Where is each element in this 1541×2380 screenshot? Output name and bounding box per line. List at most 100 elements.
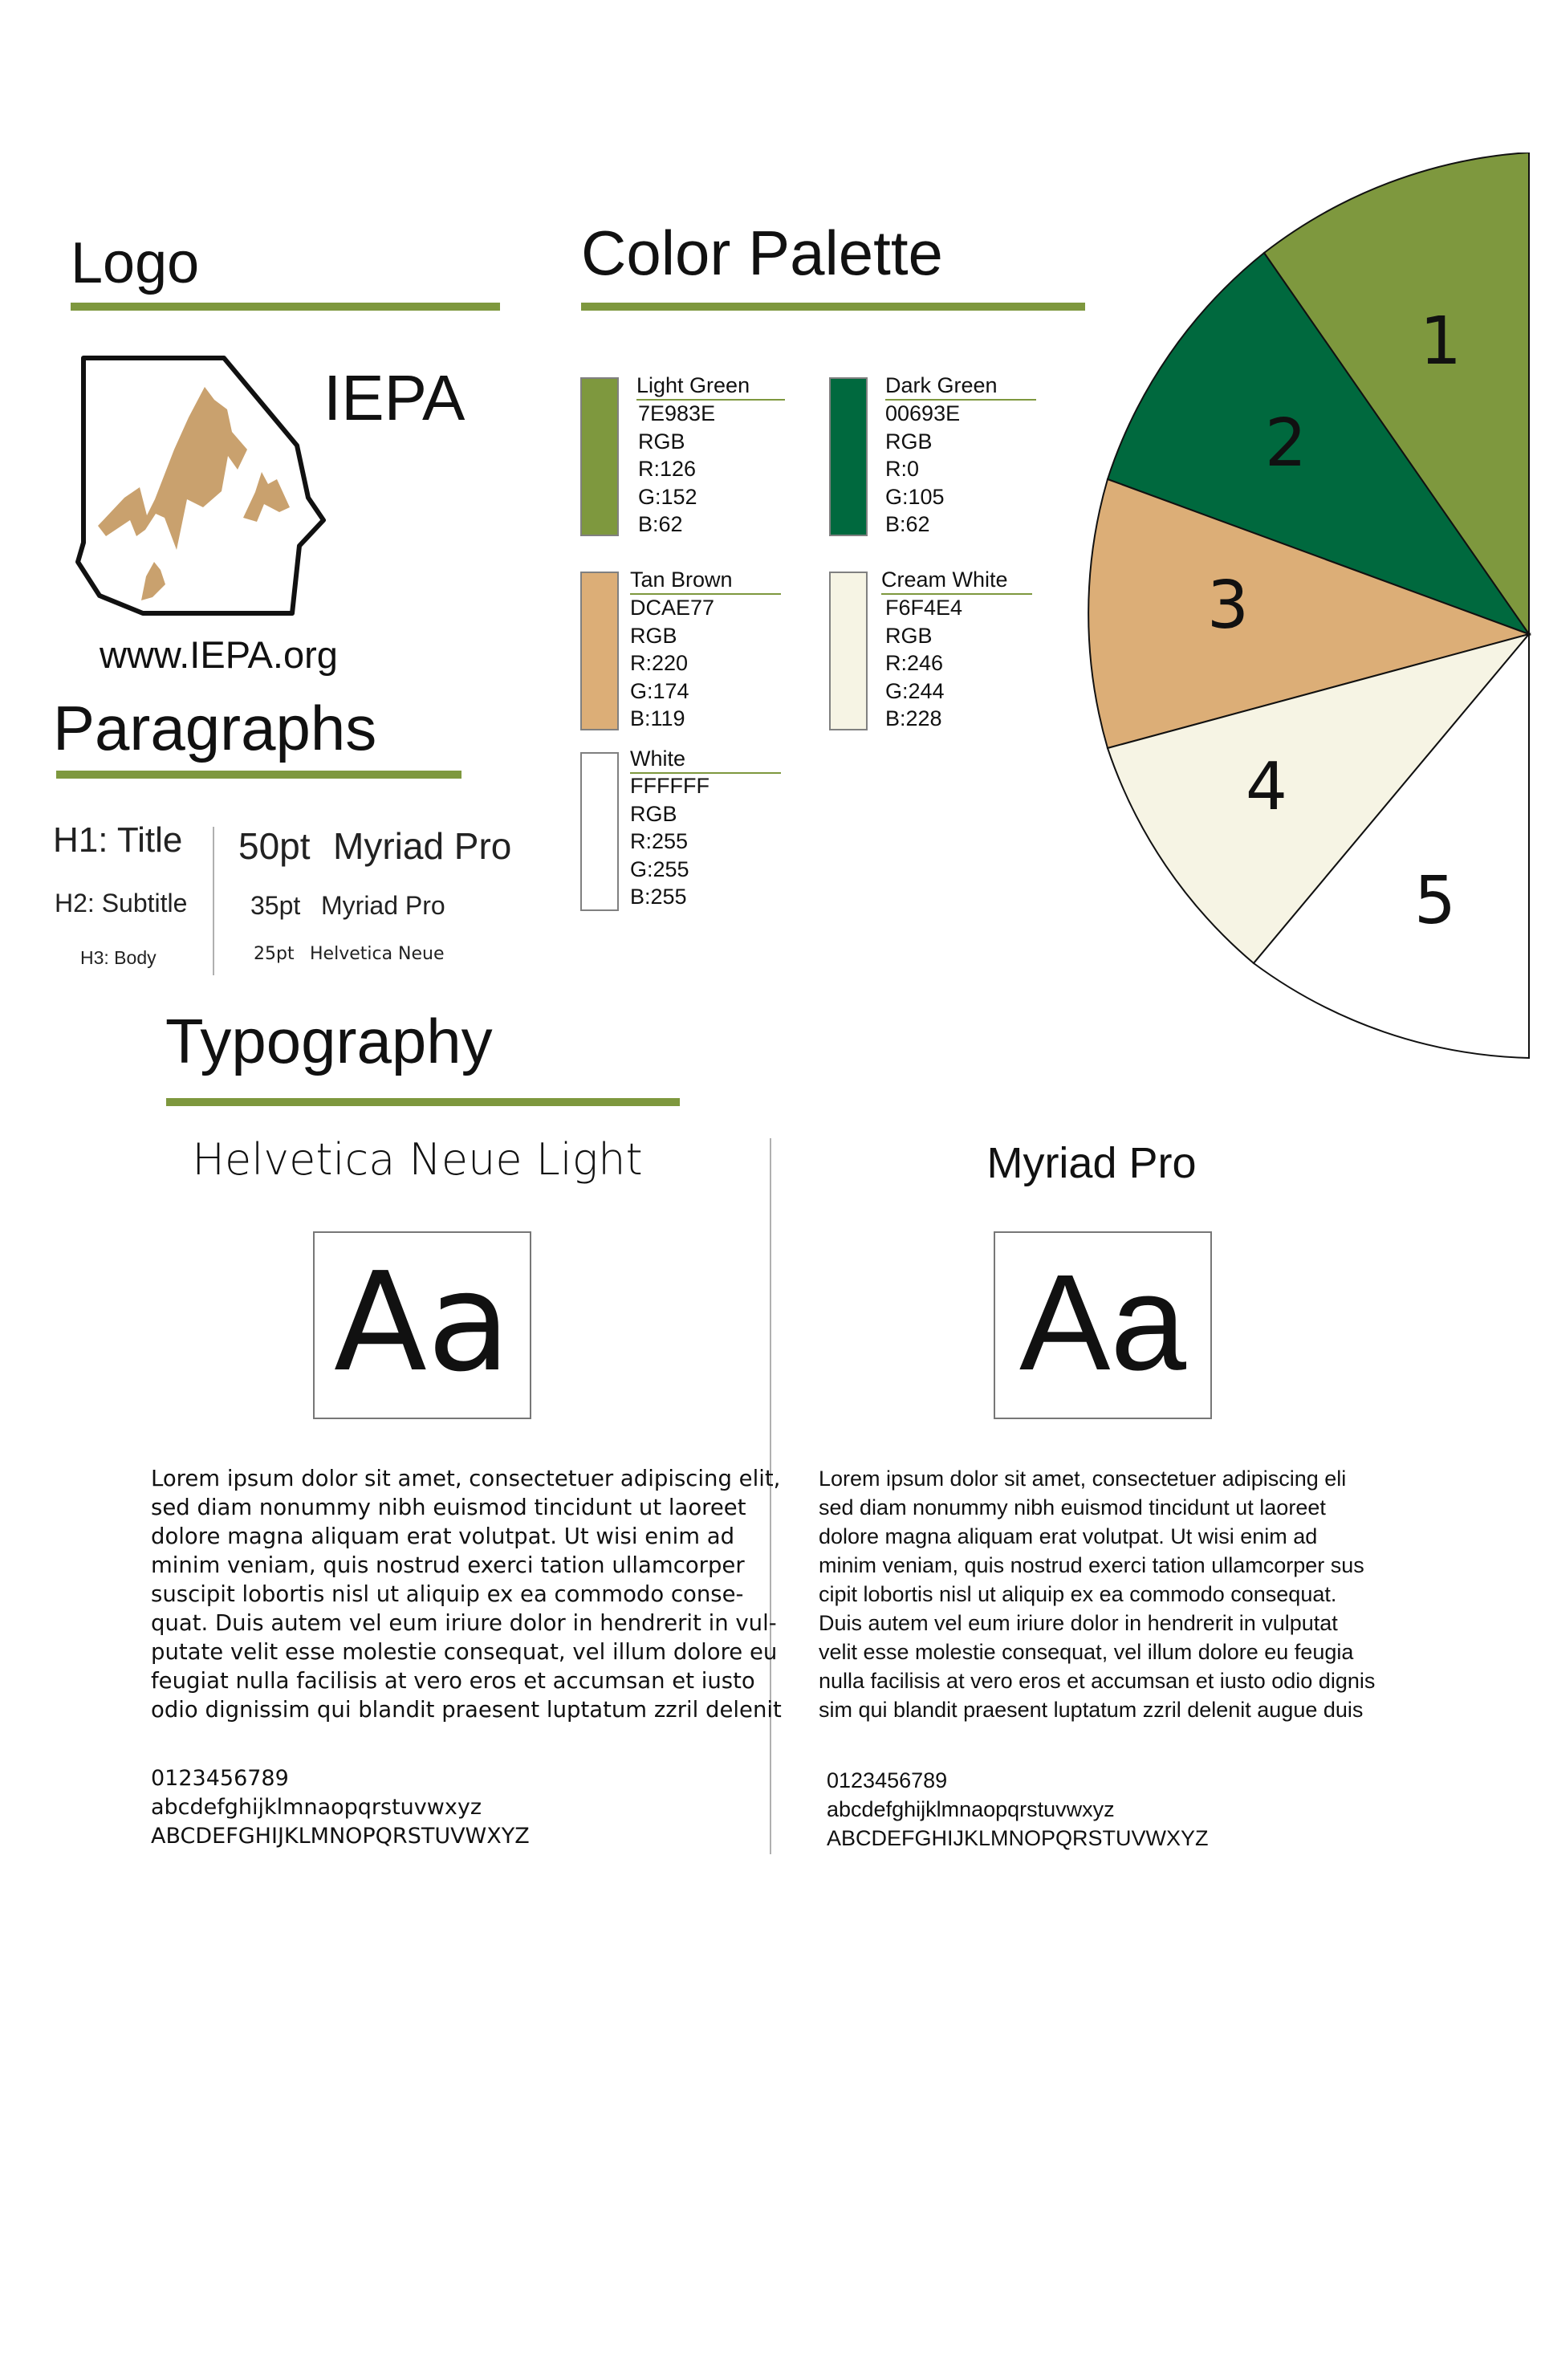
paragraph-divider xyxy=(213,827,214,975)
lorem-line: minim veniam, quis nostrud exerci tation… xyxy=(151,1552,745,1578)
lorem-line: nulla facilisis at vero eros et accumsan… xyxy=(819,1669,1376,1693)
lorem-line: cipit lobortis nisl ut aliquip ex ea com… xyxy=(819,1582,1337,1606)
swatch-r: R:0 xyxy=(885,457,920,481)
swatch-g: G:152 xyxy=(638,484,697,509)
specimen-helvetica: 0123456789 abcdefghijklmnaopqrstuvwxyz A… xyxy=(151,1764,530,1851)
pie-label-3: 3 xyxy=(1207,568,1249,644)
swatch-hex: 7E983E xyxy=(638,401,716,425)
lorem-line: odio dignissim qui blandit praesent lupt… xyxy=(151,1697,782,1723)
lorem-myriad: Lorem ipsum dolor sit amet, consectetuer… xyxy=(819,1464,1375,1724)
swatch-rgb-label: RGB xyxy=(885,623,933,648)
swatch-tan-brown-values: DCAE77 RGB R:220 G:174 B:119 xyxy=(630,594,714,733)
swatch-hex: F6F4E4 xyxy=(885,596,963,620)
font-sample-myriad: Aa xyxy=(1019,1247,1186,1399)
font-sample-helvetica: Aa xyxy=(333,1243,511,1402)
paragraphs-heading-rule xyxy=(56,771,461,779)
swatch-g: G:105 xyxy=(885,484,945,509)
swatch-g: G:244 xyxy=(885,678,945,703)
lorem-line: feugiat nulla facilisis at vero eros et … xyxy=(151,1668,755,1694)
swatch-g: G:174 xyxy=(630,678,689,703)
color-palette-heading-rule xyxy=(581,303,1085,311)
lorem-line: Lorem ipsum dolor sit amet, consectetuer… xyxy=(819,1467,1347,1491)
swatch-white-name: White xyxy=(630,747,686,771)
color-pie: 1 2 3 4 5 xyxy=(1088,153,1532,1060)
paragraph-style-h2-font: Myriad Pro xyxy=(321,891,445,920)
swatch-r: R:220 xyxy=(630,651,689,675)
swatch-rgb-label: RGB xyxy=(638,429,685,454)
specimen-digits: 0123456789 xyxy=(151,1766,289,1791)
swatch-r: R:126 xyxy=(638,457,697,481)
logo-heading: Logo xyxy=(71,231,200,295)
swatch-b: B:228 xyxy=(885,706,942,730)
paragraph-style-h1-font: Myriad Pro xyxy=(333,825,512,867)
paragraph-style-h2-size: 35pt xyxy=(250,891,301,920)
lorem-line: Duis autem vel eum iriure dolor in hendr… xyxy=(819,1611,1338,1635)
swatch-light-green-values: 7E983E RGB R:126 G:152 B:62 xyxy=(638,400,715,539)
swatch-cream-white xyxy=(829,572,868,730)
swatch-r: R:246 xyxy=(885,651,944,675)
pie-label-5: 5 xyxy=(1414,863,1456,939)
font-name-helvetica: Helvetica Neue Light xyxy=(192,1134,643,1185)
swatch-rgb-label: RGB xyxy=(630,801,677,826)
swatch-g: G:255 xyxy=(630,856,689,881)
lorem-helvetica: Lorem ipsum dolor sit amet, consectetuer… xyxy=(151,1464,782,1724)
paragraph-style-h3-label: H3: Body xyxy=(80,947,157,968)
pie-label-1: 1 xyxy=(1420,303,1462,380)
typography-heading: Typography xyxy=(165,1006,493,1076)
logo-heading-rule xyxy=(71,303,500,311)
swatch-b: B:62 xyxy=(885,512,930,536)
logo-url[interactable]: www.IEPA.org xyxy=(100,636,338,673)
swatch-rgb-label: RGB xyxy=(630,623,677,648)
swatch-white xyxy=(580,752,619,911)
specimen-digits: 0123456789 xyxy=(827,1768,948,1792)
lorem-line: sed diam nonummy nibh euismod tincidunt … xyxy=(151,1495,746,1520)
swatch-dark-green-name: Dark Green xyxy=(885,373,998,397)
specimen-lowercase: abcdefghijklmnaopqrstuvwxyz xyxy=(827,1797,1115,1821)
swatch-hex: FFFFFF xyxy=(630,774,710,798)
swatch-light-green xyxy=(580,377,619,536)
font-name-myriad: Myriad Pro xyxy=(986,1139,1197,1187)
pie-label-4: 4 xyxy=(1246,749,1287,825)
swatch-dark-green xyxy=(829,377,868,536)
swatch-cream-white-values: F6F4E4 RGB R:246 G:244 B:228 xyxy=(885,594,962,733)
lorem-line: putate velit esse molestie consequat, ve… xyxy=(151,1639,778,1665)
swatch-light-green-name: Light Green xyxy=(636,373,750,397)
paragraph-style-h2-label: H2: Subtitle xyxy=(55,889,188,917)
paragraph-style-h3-size: 25pt xyxy=(254,944,295,964)
logo-brand: IEPA xyxy=(323,362,466,433)
swatch-dark-green-values: 00693E RGB R:0 G:105 B:62 xyxy=(885,400,960,539)
swatch-tan-brown-name: Tan Brown xyxy=(630,568,733,592)
swatch-b: B:119 xyxy=(630,706,685,730)
lorem-line: quat. Duis autem vel eum iriure dolor in… xyxy=(151,1610,777,1636)
paragraph-style-h1-label: H1: Title xyxy=(53,820,183,860)
swatch-tan-brown xyxy=(580,572,619,730)
swatch-cream-white-name: Cream White xyxy=(881,568,1008,592)
specimen-uppercase: ABCDEFGHIJKLMNOPQRSTUVWXYZ xyxy=(151,1824,530,1849)
specimen-uppercase: ABCDEFGHIJKLMNOPQRSTUVWXYZ xyxy=(827,1826,1209,1850)
swatch-b: B:255 xyxy=(630,885,687,909)
swatch-hex: 00693E xyxy=(885,401,961,425)
lorem-line: velit esse molestie consequat, vel illum… xyxy=(819,1640,1354,1664)
lorem-line: sed diam nonummy nibh euismod tincidunt … xyxy=(819,1495,1326,1520)
swatch-b: B:62 xyxy=(638,512,683,536)
font-sample-box-myriad: Aa xyxy=(994,1231,1212,1419)
paragraphs-heading: Paragraphs xyxy=(53,693,377,763)
specimen-lowercase: abcdefghijklmnaopqrstuvwxyz xyxy=(151,1795,482,1820)
georgia-map-logo-icon xyxy=(75,356,326,616)
lorem-line: dolore magna aliquam erat volutpat. Ut w… xyxy=(151,1524,735,1549)
lorem-line: sim qui blandit praesent luptatum zzril … xyxy=(819,1698,1364,1722)
swatch-r: R:255 xyxy=(630,829,689,853)
paragraph-style-h3-font: Helvetica Neue xyxy=(310,944,445,964)
lorem-line: Lorem ipsum dolor sit amet, consectetuer… xyxy=(151,1466,781,1491)
swatch-hex: DCAE77 xyxy=(630,596,715,620)
lorem-line: suscipit lobortis nisl ut aliquip ex ea … xyxy=(151,1581,744,1607)
swatch-white-values: FFFFFF RGB R:255 G:255 B:255 xyxy=(630,772,710,911)
lorem-line: minim veniam, quis nostrud exerci tation… xyxy=(819,1553,1364,1577)
specimen-myriad: 0123456789 abcdefghijklmnaopqrstuvwxyz A… xyxy=(827,1766,1209,1853)
color-palette-heading: Color Palette xyxy=(581,218,943,288)
pie-label-2: 2 xyxy=(1265,405,1307,482)
paragraph-style-h1-size: 50pt xyxy=(238,825,311,867)
lorem-line: dolore magna aliquam erat volutpat. Ut w… xyxy=(819,1524,1318,1548)
font-sample-box-helvetica: Aa xyxy=(313,1231,531,1419)
swatch-rgb-label: RGB xyxy=(885,429,933,454)
